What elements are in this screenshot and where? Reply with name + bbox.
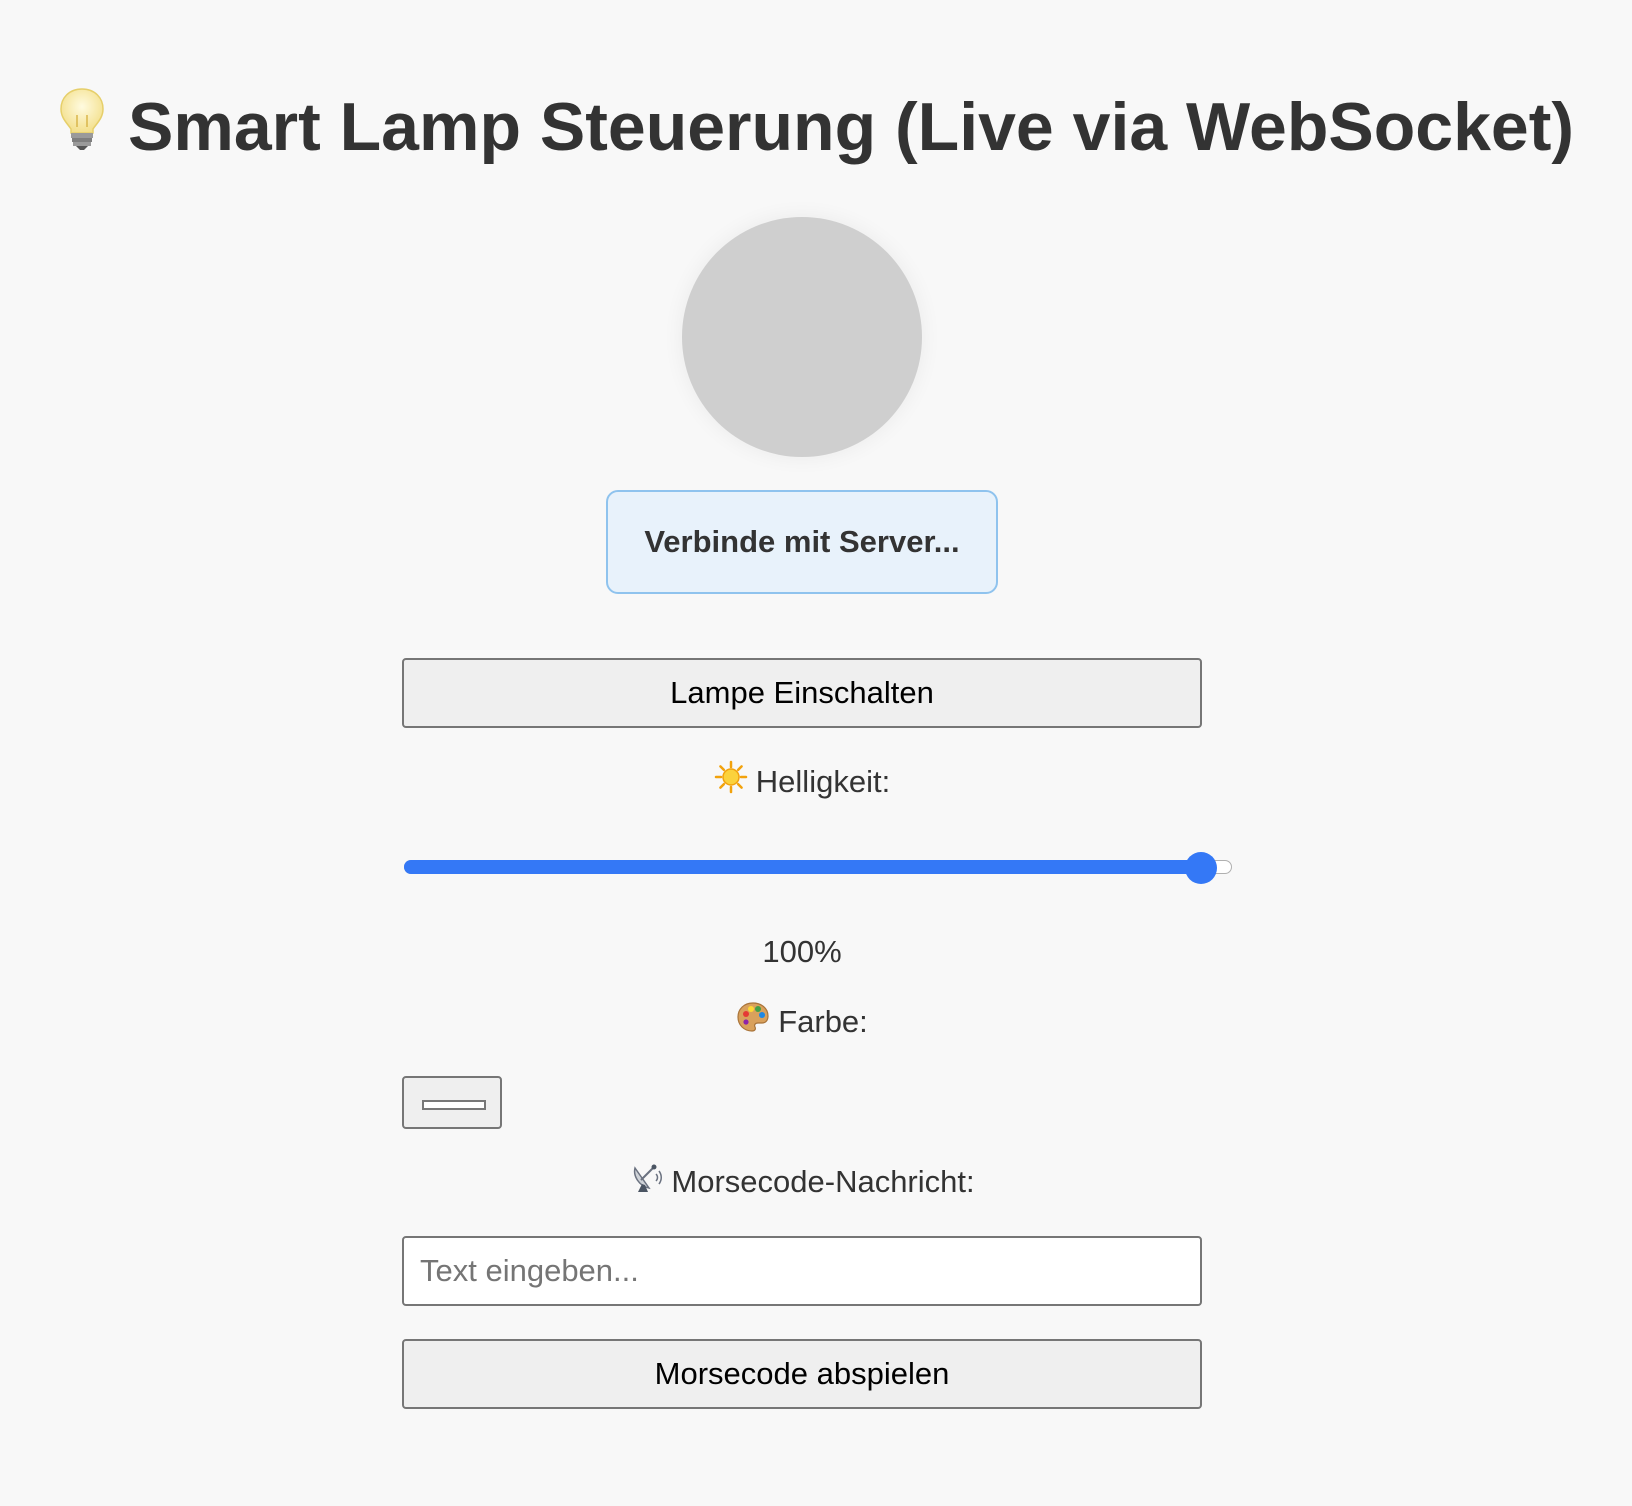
brightness-slider-thumb[interactable] xyxy=(1185,852,1217,884)
light-bulb-icon xyxy=(58,83,106,173)
palette-icon xyxy=(736,1000,770,1044)
brightness-label: Helligkeit: xyxy=(0,760,1604,806)
morse-text-input[interactable] xyxy=(402,1236,1202,1306)
play-morse-button[interactable]: Morsecode abspielen xyxy=(402,1339,1202,1409)
brightness-value: 100% xyxy=(762,934,842,969)
sun-icon xyxy=(714,760,748,804)
color-picker[interactable] xyxy=(402,1076,502,1129)
brightness-slider[interactable] xyxy=(404,852,1232,884)
morse-label: Morsecode-Nachricht: xyxy=(0,1162,1604,1206)
lamp-indicator xyxy=(682,217,922,457)
color-label: Farbe: xyxy=(0,1002,1604,1046)
brightness-label-text: Helligkeit: xyxy=(755,764,891,800)
page-title: Smart Lamp Steuerung (Live via WebSocket… xyxy=(0,82,1632,177)
brightness-slider-fill xyxy=(404,860,1201,874)
color-picker-swatch xyxy=(422,1100,486,1110)
satellite-antenna-icon xyxy=(629,1160,663,1204)
page-title-text: Smart Lamp Steuerung (Live via WebSocket… xyxy=(128,89,1574,165)
color-label-text: Farbe: xyxy=(778,1004,868,1040)
morse-label-text: Morsecode-Nachricht: xyxy=(671,1164,975,1200)
connection-status: Verbinde mit Server... xyxy=(606,490,998,594)
toggle-lamp-button[interactable]: Lampe Einschalten xyxy=(402,658,1202,728)
